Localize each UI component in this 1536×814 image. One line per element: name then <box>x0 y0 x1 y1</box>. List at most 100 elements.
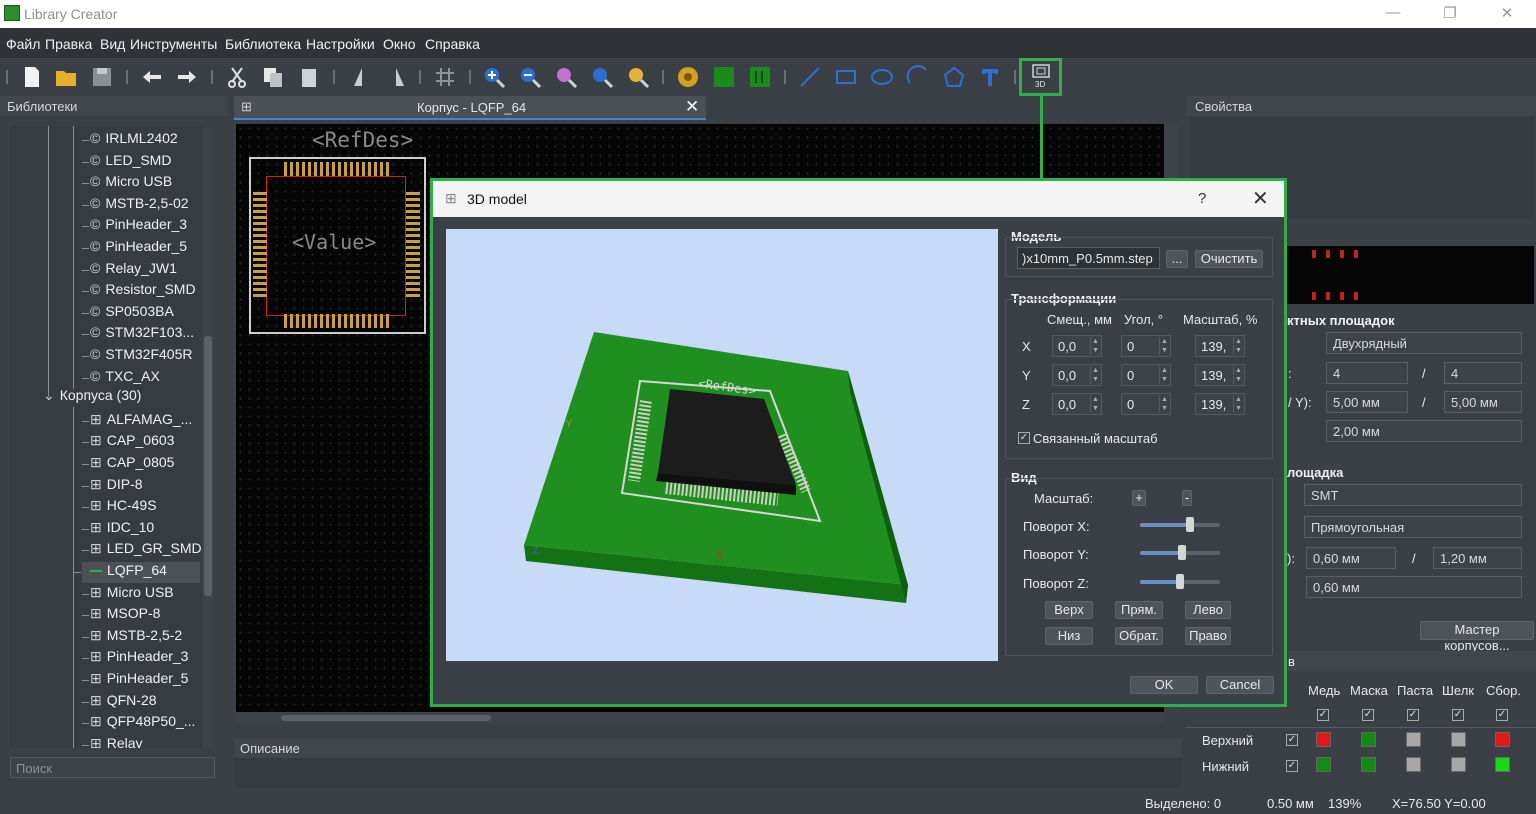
view-zoom-out-button[interactable]: - <box>1182 490 1192 506</box>
tree-item-symbol[interactable]: © PinHeader_5 <box>82 238 187 259</box>
tree-item-footprint[interactable]: ⊞ CAP_0805 <box>82 454 174 475</box>
tree-item-symbol[interactable]: © Micro USB <box>82 173 172 194</box>
mirror-v-icon[interactable] <box>384 65 408 89</box>
paste-icon[interactable] <box>297 65 321 89</box>
swatch-bottom-paste[interactable] <box>1406 757 1421 772</box>
swatch-top-silk[interactable] <box>1451 732 1466 747</box>
offset-z-spinbox[interactable]: 0,0 ▲ ▼ <box>1052 393 1102 415</box>
view-zoom-in-button[interactable]: + <box>1132 490 1146 506</box>
tree-item-footprint[interactable]: ⊞ MSTB-2,5-2 <box>82 627 182 648</box>
3d-view-button[interactable]: 3D <box>1019 58 1062 96</box>
tree-item-symbol[interactable]: © Resistor_SMD <box>82 281 196 302</box>
arc-tool-icon[interactable] <box>906 65 930 89</box>
dialog-help-button[interactable]: ? <box>1198 190 1206 207</box>
tree-item-footprint[interactable]: ⊞ QFN-28 <box>82 692 157 713</box>
copy-icon[interactable] <box>261 65 285 89</box>
count-b-field[interactable]: 4 <box>1444 362 1522 384</box>
rot-y-slider[interactable] <box>1140 545 1220 560</box>
angle-y-spinbox[interactable]: 0 ▲ ▼ <box>1121 364 1171 386</box>
tree-item-footprint[interactable]: ⊞ MSOP-8 <box>82 605 160 626</box>
mirror-h-icon[interactable] <box>350 65 374 89</box>
col-mask-checkbox[interactable]: ✓ <box>1362 709 1374 721</box>
swatch-bottom-mask[interactable] <box>1361 757 1376 772</box>
view-bottom-button[interactable]: Низ <box>1045 627 1093 645</box>
description-field[interactable] <box>234 758 1182 788</box>
library-tree[interactable]: © IRLML2402 © LED_SMD © Micro USB © MSTB-2,5-02… <box>10 126 202 748</box>
pad-radius-field[interactable]: 0,60 мм <box>1306 576 1522 598</box>
scale-z-spinbox[interactable]: 139, ▲ ▼ <box>1195 393 1245 415</box>
tab-footprint-editor[interactable]: ⊞ Корпус - LQFP_64 ✕ <box>234 96 706 120</box>
tree-item-symbol[interactable]: © PinHeader_3 <box>82 216 187 237</box>
clear-model-button[interactable]: Очистить <box>1195 250 1263 268</box>
tree-item-selected[interactable]: LQFP_64 <box>74 562 200 583</box>
menu-tools[interactable]: Инструменты <box>130 36 217 52</box>
zoom-fit-icon[interactable] <box>590 65 614 89</box>
tree-item-symbol[interactable]: © LED_SMD <box>82 152 171 173</box>
cut-icon[interactable] <box>225 65 249 89</box>
col-assembly-checkbox[interactable]: ✓ <box>1496 709 1508 721</box>
rot-z-slider[interactable] <box>1140 574 1220 589</box>
tree-item-footprint[interactable]: ⊞ QFP48P50_... <box>82 713 195 734</box>
rect-tool-icon[interactable] <box>834 65 858 89</box>
maximize-button[interactable]: ❐ <box>1435 4 1465 24</box>
tree-folder-footprints[interactable]: ⌄ Корпуса (30) <box>43 387 141 408</box>
rot-x-slider-handle[interactable] <box>1186 517 1194 532</box>
tree-item-symbol[interactable]: © STM32F405R <box>82 346 192 367</box>
tree-item-footprint[interactable]: ⊞ CAP_0603 <box>82 432 174 453</box>
pad-icon[interactable] <box>676 65 700 89</box>
view-front-button[interactable]: Прям. <box>1115 601 1163 619</box>
zoom-area-icon[interactable] <box>626 65 650 89</box>
browse-button[interactable]: ... <box>1166 250 1188 268</box>
rot-y-slider-handle[interactable] <box>1178 545 1186 560</box>
layer-top-checkbox[interactable]: ✓ <box>1286 734 1298 746</box>
tree-item-footprint[interactable]: ⊞ PinHeader_5 <box>82 670 188 691</box>
minimize-button[interactable]: — <box>1378 4 1408 24</box>
footprint-wizard-button[interactable]: Мастер корпусов... <box>1420 621 1534 653</box>
tree-item-footprint[interactable]: ⊞ PinHeader_3 <box>82 648 188 669</box>
tree-item-symbol[interactable]: © Relay_JW1 <box>82 260 177 281</box>
swatch-top-mask[interactable] <box>1361 732 1376 747</box>
ok-button[interactable]: OK <box>1130 676 1198 694</box>
polygon-tool-icon[interactable] <box>942 65 966 89</box>
view-left-button[interactable]: Лево <box>1185 601 1231 619</box>
menu-view[interactable]: Вид <box>100 36 125 52</box>
close-button[interactable]: ✕ <box>1492 4 1522 24</box>
tree-item-symbol[interactable]: © SP0503BA <box>82 303 174 324</box>
col-paste-checkbox[interactable]: ✓ <box>1407 709 1419 721</box>
smd-pad-icon[interactable] <box>712 65 736 89</box>
3d-viewport[interactable]: <RefDes> Y Z X <box>446 229 998 661</box>
rot-x-slider[interactable] <box>1140 517 1220 532</box>
tree-scrollbar[interactable] <box>202 128 214 748</box>
swatch-bottom-assembly[interactable] <box>1495 757 1510 772</box>
scale-y-spinbox[interactable]: 139, ▲ ▼ <box>1195 364 1245 386</box>
line-tool-icon[interactable] <box>798 65 822 89</box>
layout-type-select[interactable]: Двухрядный <box>1326 332 1522 354</box>
undo-icon[interactable] <box>140 65 164 89</box>
pitch-y-field[interactable]: 5,00 мм <box>1444 391 1522 413</box>
swatch-bottom-copper[interactable] <box>1316 757 1331 772</box>
save-icon[interactable] <box>90 65 114 89</box>
tree-item-footprint[interactable]: ⊞ HC-49S <box>82 497 157 518</box>
open-folder-icon[interactable] <box>54 65 78 89</box>
col-copper-checkbox[interactable]: ✓ <box>1317 709 1329 721</box>
linked-scale-checkbox[interactable]: ✓ <box>1018 432 1030 444</box>
text-tool-icon[interactable] <box>978 65 1002 89</box>
menu-window[interactable]: Окно <box>383 36 416 52</box>
view-top-button[interactable]: Верх <box>1045 601 1093 619</box>
rot-z-slider-handle[interactable] <box>1176 574 1184 589</box>
pitch-x-field[interactable]: 5,00 мм <box>1326 391 1408 413</box>
chevron-down-icon[interactable]: ⌄ <box>43 387 55 404</box>
swatch-top-copper[interactable] <box>1316 732 1331 747</box>
tab-close-icon[interactable]: ✕ <box>685 97 699 117</box>
tree-item-footprint[interactable]: ⊞ DIP-8 <box>82 476 143 497</box>
zoom-out-icon[interactable] <box>518 65 542 89</box>
pad-shape-select[interactable]: Прямоугольная <box>1304 516 1522 538</box>
menu-edit[interactable]: Правка <box>45 36 92 52</box>
swatch-top-paste[interactable] <box>1406 732 1421 747</box>
new-file-icon[interactable] <box>20 65 44 89</box>
cancel-button[interactable]: Cancel <box>1206 676 1274 694</box>
library-search-input[interactable]: Поиск <box>10 757 215 778</box>
canvas-hscrollbar[interactable] <box>236 712 1164 724</box>
swatch-bottom-silk[interactable] <box>1451 757 1466 772</box>
menu-file[interactable]: Файл <box>6 36 40 52</box>
